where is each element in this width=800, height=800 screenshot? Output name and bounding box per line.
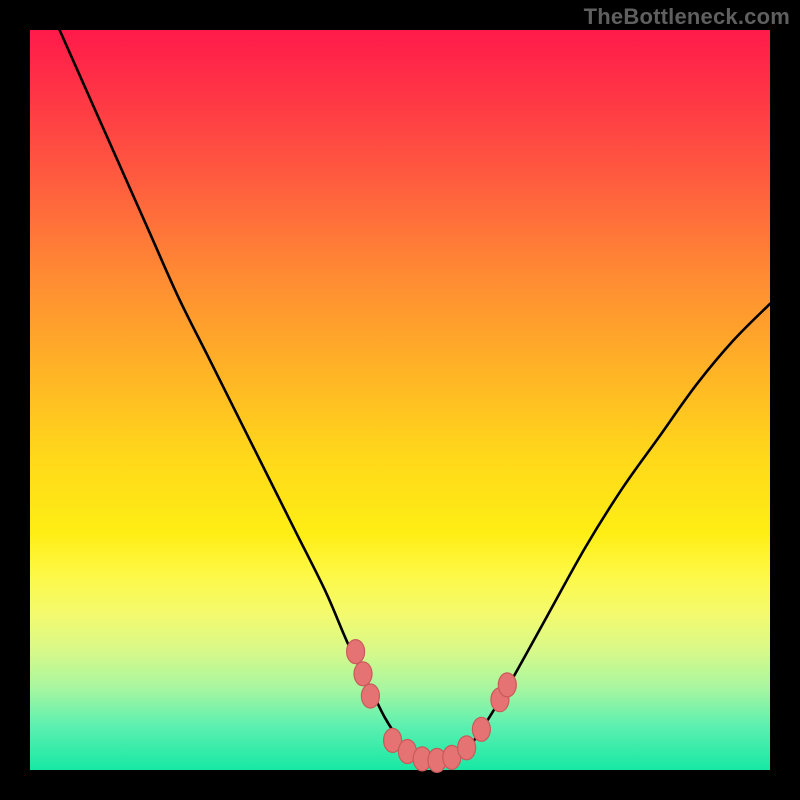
chart-frame: TheBottleneck.com — [0, 0, 800, 800]
marker-point — [354, 662, 372, 686]
bottleneck-curve — [60, 30, 770, 764]
marker-point — [498, 673, 516, 697]
watermark-text: TheBottleneck.com — [584, 4, 790, 30]
marker-point — [361, 684, 379, 708]
marker-point — [347, 640, 365, 664]
highlight-markers — [347, 640, 517, 773]
chart-svg — [30, 30, 770, 770]
marker-point — [472, 717, 490, 741]
plot-area — [30, 30, 770, 770]
marker-point — [458, 736, 476, 760]
